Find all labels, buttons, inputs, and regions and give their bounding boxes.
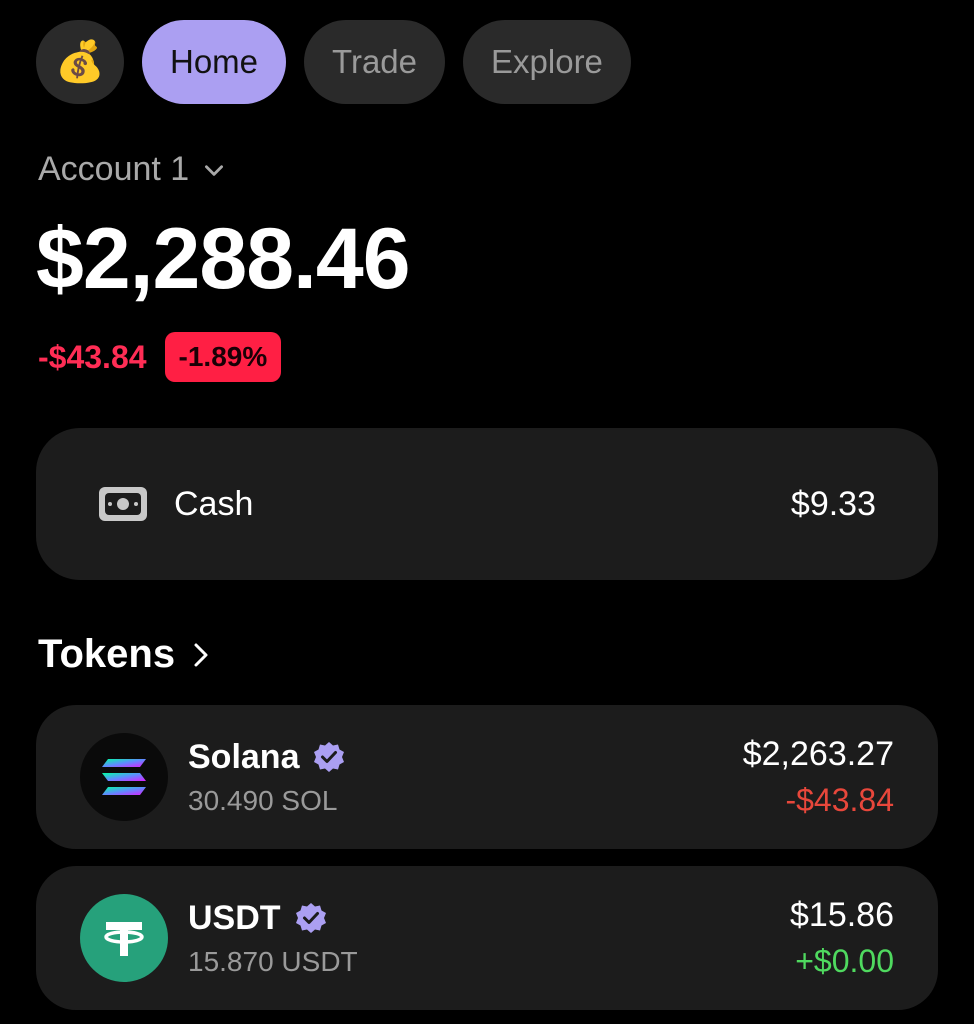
balance-change-percent-badge: -1.89% (164, 332, 282, 382)
tab-home-label: Home (170, 43, 259, 80)
verified-badge-icon (314, 742, 345, 772)
chevron-right-icon (194, 643, 208, 666)
token-value: $2,263.27 (742, 735, 894, 773)
usdt-logo-icon (80, 894, 168, 982)
token-row-solana[interactable]: Solana 30.490 SOL $2,263.27 -$43.84 (36, 705, 938, 849)
tab-trade[interactable]: Trade (304, 20, 446, 104)
tab-explore-label: Explore (491, 43, 603, 80)
token-amount: 30.490 SOL (188, 784, 338, 816)
token-name-row: Solana (188, 738, 743, 777)
top-nav: 💰 Home Trade Explore (36, 20, 631, 104)
money-bag-icon: 💰 (55, 40, 105, 84)
token-name-row: USDT (188, 899, 790, 938)
home-screen: 💰 Home Trade Explore Account 1 $2,288.46… (0, 0, 974, 1024)
cash-label: Cash (174, 484, 254, 523)
cash-value: $9.33 (790, 484, 876, 523)
token-info-usdt: USDT 15.870 USDT (188, 899, 790, 978)
token-name: USDT (188, 898, 281, 937)
token-info-solana: Solana 30.490 SOL (188, 738, 743, 817)
token-values-usdt: $15.86 +$0.00 (790, 896, 894, 980)
token-change: +$0.00 (795, 943, 894, 979)
account-selector[interactable]: Account 1 (38, 150, 227, 189)
solana-logo-icon (80, 733, 168, 821)
tokens-title: Tokens (38, 632, 176, 676)
tokens-header[interactable]: Tokens (38, 632, 213, 677)
balance-change-amount: -$43.84 (38, 338, 147, 375)
verified-badge-icon (295, 903, 326, 933)
tab-home[interactable]: Home (142, 20, 287, 104)
total-balance: $2,288.46 (36, 211, 411, 307)
token-row-usdt[interactable]: USDT 15.870 USDT $15.86 +$0.00 (36, 866, 938, 1010)
tab-trade-label: Trade (332, 43, 418, 80)
token-amount: 15.870 USDT (188, 945, 358, 977)
token-name: Solana (188, 737, 300, 776)
cash-icon (99, 487, 147, 521)
chevron-down-icon (205, 164, 224, 176)
balance-change: -$43.84 -1.89% (38, 332, 282, 382)
cash-card[interactable]: Cash $9.33 (36, 428, 938, 580)
token-value: $15.86 (790, 896, 894, 934)
account-name: Account 1 (38, 150, 190, 188)
account-avatar-button[interactable]: 💰 (36, 20, 124, 104)
tab-explore[interactable]: Explore (463, 20, 631, 104)
token-values-solana: $2,263.27 -$43.84 (743, 735, 894, 819)
token-change: -$43.84 (785, 782, 894, 818)
